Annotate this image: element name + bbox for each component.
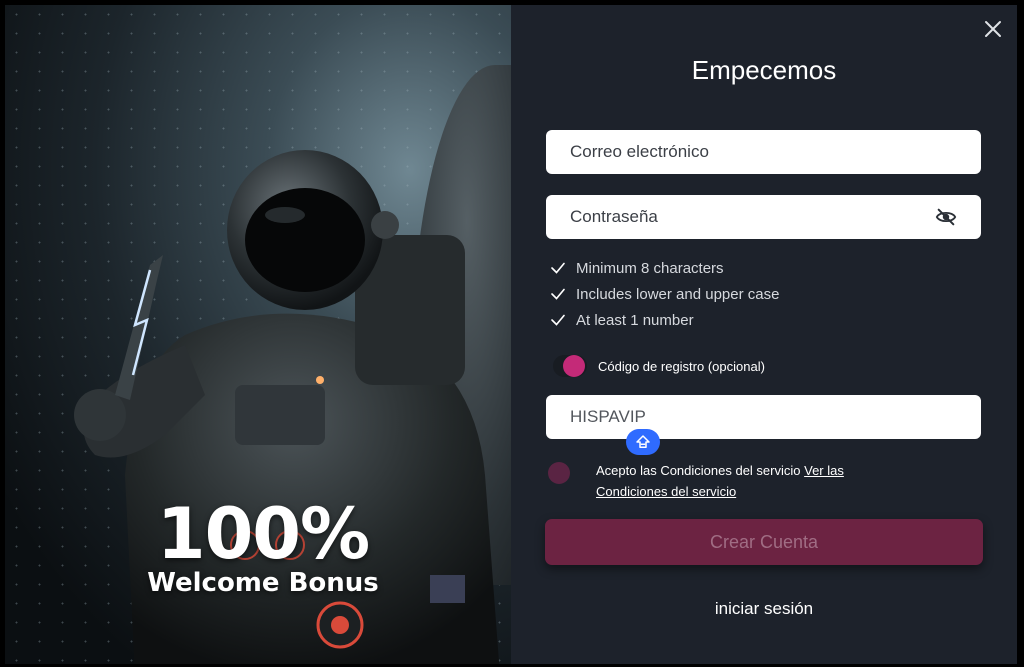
bonus-label: Welcome Bonus — [147, 568, 379, 598]
toggle-knob — [563, 355, 585, 377]
promo-panel: 100% Welcome Bonus — [5, 5, 511, 664]
password-rule: Includes lower and upper case — [549, 281, 779, 307]
signup-panel: Empecemos Correo electrónico Contraseña … — [511, 5, 1017, 664]
check-icon — [551, 262, 565, 274]
bonus-percentage: 100% — [156, 493, 370, 575]
email-field[interactable]: Correo electrónico — [546, 130, 981, 174]
form-title: Empecemos — [691, 55, 837, 85]
email-placeholder: Correo electrónico — [570, 142, 709, 161]
registration-code-input[interactable]: HISPAVIP — [546, 395, 981, 439]
terms-label: Acepto las Condiciones del servicio — [596, 463, 805, 478]
registration-code-value: HISPAVIP — [570, 407, 646, 426]
close-icon[interactable] — [981, 17, 1005, 41]
terms-row: Acepto las Condiciones del servicio Ver … — [548, 460, 886, 502]
rule-text: At least 1 number — [576, 311, 694, 329]
password-rules: Minimum 8 characters Includes lower and … — [549, 255, 779, 333]
password-rule: At least 1 number — [549, 307, 779, 333]
rule-text: Includes lower and upper case — [576, 285, 780, 303]
create-account-button[interactable]: Crear Cuenta — [545, 519, 983, 565]
arrow-up-icon — [636, 435, 650, 448]
eye-off-icon[interactable] — [935, 206, 957, 228]
terms-checkbox[interactable] — [548, 462, 570, 484]
registration-code-row: Código de registro (opcional) — [553, 355, 765, 377]
terms-text: Acepto las Condiciones del servicio Ver … — [596, 460, 886, 502]
password-rule: Minimum 8 characters — [549, 255, 779, 281]
registration-code-toggle[interactable] — [553, 355, 587, 377]
password-field[interactable]: Contraseña — [546, 195, 981, 239]
signup-modal: 100% Welcome Bonus Empecemos Correo elec… — [0, 0, 1024, 667]
registration-code-label: Código de registro (opcional) — [598, 358, 765, 374]
check-icon — [551, 314, 565, 326]
rule-text: Minimum 8 characters — [576, 259, 724, 277]
login-link[interactable]: iniciar sesión — [511, 599, 1017, 619]
arrow-up-badge[interactable] — [626, 429, 660, 455]
check-icon — [551, 288, 565, 300]
password-placeholder: Contraseña — [570, 207, 658, 226]
